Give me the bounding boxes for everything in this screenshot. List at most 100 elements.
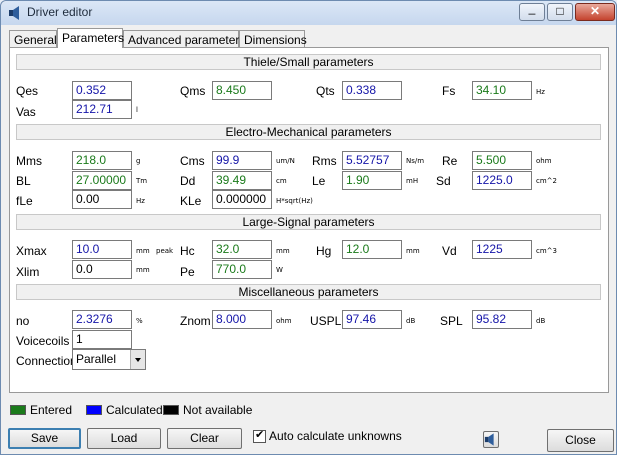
xlim-unit: mm	[136, 266, 150, 274]
xmax-peak-label: peak	[156, 247, 174, 255]
load-button[interactable]: Load	[87, 428, 161, 449]
checkmark-icon: ✔	[255, 429, 265, 441]
vas-field[interactable]: 212.71	[72, 100, 132, 119]
xmax-field[interactable]: 10.0	[72, 240, 132, 259]
vd-label: Vd	[442, 244, 457, 258]
fle-label: fLe	[16, 194, 33, 208]
qms-label: Qms	[180, 84, 206, 98]
hc-field[interactable]: 32.0	[212, 240, 272, 259]
save-button[interactable]: Save	[8, 428, 81, 449]
section-misc-header: Miscellaneous parameters	[16, 284, 601, 300]
qes-field[interactable]: 0.352	[72, 81, 132, 100]
kle-label: KLe	[180, 194, 202, 208]
speaker-button[interactable]	[483, 431, 499, 448]
legend-calculated-swatch	[86, 405, 102, 415]
rms-label: Rms	[312, 154, 337, 168]
dd-label: Dd	[180, 174, 196, 188]
tab-parameters[interactable]: Parameters	[57, 28, 124, 48]
vd-unit: cm^3	[536, 247, 557, 255]
kle-unit: H*sqrt(Hz)	[276, 197, 313, 205]
close-button[interactable]: Close	[547, 429, 614, 452]
cms-unit: um/N	[276, 157, 295, 165]
maximize-button[interactable]: □	[547, 3, 573, 21]
kle-field[interactable]: 0.000000	[212, 190, 272, 209]
dd-unit: cm	[276, 177, 287, 185]
bl-label: BL	[16, 174, 31, 188]
qms-field[interactable]: 8.450	[212, 81, 272, 100]
sd-label: Sd	[436, 174, 451, 188]
close-window-button[interactable]: ✕	[575, 3, 615, 21]
speaker-icon	[484, 433, 494, 446]
spl-label: SPL	[440, 314, 463, 328]
xlim-label: Xlim	[16, 265, 40, 279]
chevron-down-icon[interactable]	[130, 350, 145, 369]
fs-unit: Hz	[536, 88, 545, 96]
voicecoils-field[interactable]: 1	[72, 330, 132, 349]
section-em-header: Electro-Mechanical parameters	[16, 124, 601, 140]
legend-na-label: Not available	[183, 403, 253, 417]
hg-label: Hg	[316, 244, 332, 258]
qes-label: Qes	[16, 84, 39, 98]
uspl-field[interactable]: 97.46	[342, 310, 402, 329]
fs-field[interactable]: 34.10	[472, 81, 532, 100]
re-field[interactable]: 5.500	[472, 151, 532, 170]
dd-field[interactable]: 39.49	[212, 171, 272, 190]
znom-field[interactable]: 8.000	[212, 310, 272, 329]
legend-na-swatch	[163, 405, 179, 415]
qts-label: Qts	[316, 84, 335, 98]
parameters-panel: Thiele/Small parameters Qes 0.352 Qms 8.…	[9, 47, 609, 393]
section-ts-header: Thiele/Small parameters	[16, 54, 601, 70]
pe-label: Pe	[180, 265, 195, 279]
mms-field[interactable]: 218.0	[72, 151, 132, 170]
spl-unit: dB	[536, 317, 546, 325]
re-label: Re	[442, 154, 458, 168]
no-field[interactable]: 2.3276	[72, 310, 132, 329]
connection-value: Parallel	[76, 352, 117, 366]
fs-label: Fs	[442, 84, 456, 98]
legend-entered-label: Entered	[30, 403, 73, 417]
bl-unit: Tm	[136, 177, 148, 185]
le-unit: mH	[406, 177, 419, 185]
minimize-button[interactable]: _	[519, 1, 545, 21]
rms-field[interactable]: 5.52757	[342, 151, 402, 170]
vas-label: Vas	[16, 105, 36, 119]
xlim-field[interactable]: 0.0	[72, 260, 132, 279]
auto-calc-checkbox[interactable]: ✔	[253, 429, 266, 443]
sd-unit: cm^2	[536, 177, 557, 185]
pe-unit: W	[276, 266, 283, 274]
pe-field[interactable]: 770.0	[212, 260, 272, 279]
hc-unit: mm	[276, 247, 290, 255]
mms-unit: g	[136, 157, 141, 165]
sd-field[interactable]: 1225.0	[472, 171, 532, 190]
le-field[interactable]: 1.90	[342, 171, 402, 190]
xmax-unit: mm	[136, 247, 150, 255]
legend-entered-swatch	[10, 405, 26, 415]
uspl-label: USPL	[310, 314, 342, 328]
cms-label: Cms	[180, 154, 205, 168]
tab-advanced-parameters[interactable]: Advanced parameters	[123, 30, 245, 48]
hc-label: Hc	[180, 244, 195, 258]
connection-label: Connection	[16, 354, 77, 368]
tab-general[interactable]: General	[9, 30, 57, 48]
qts-field[interactable]: 0.338	[342, 81, 402, 100]
vd-field[interactable]: 1225	[472, 240, 532, 259]
znom-label: Znom	[180, 314, 211, 328]
connection-select[interactable]: Parallel	[72, 349, 146, 370]
mms-label: Mms	[16, 154, 42, 168]
spl-field[interactable]: 95.82	[472, 310, 532, 329]
auto-calc-label[interactable]: Auto calculate unknowns	[269, 429, 402, 443]
tab-dimensions[interactable]: Dimensions	[239, 30, 307, 48]
clear-button[interactable]: Clear	[167, 428, 242, 449]
hg-field[interactable]: 12.0	[342, 240, 402, 259]
le-label: Le	[312, 174, 326, 188]
re-unit: ohm	[536, 157, 552, 165]
xmax-label: Xmax	[16, 244, 47, 258]
title-bar: Driver editor _ □ ✕	[1, 1, 616, 25]
window-title: Driver editor	[27, 5, 93, 19]
znom-unit: ohm	[276, 317, 292, 325]
driver-editor-window: Driver editor _ □ ✕ General Parameters A…	[0, 0, 617, 455]
rms-unit: Ns/m	[406, 157, 425, 165]
cms-field[interactable]: 99.9	[212, 151, 272, 170]
bl-field[interactable]: 27.00000	[72, 171, 132, 190]
fle-field[interactable]: 0.00	[72, 190, 132, 209]
